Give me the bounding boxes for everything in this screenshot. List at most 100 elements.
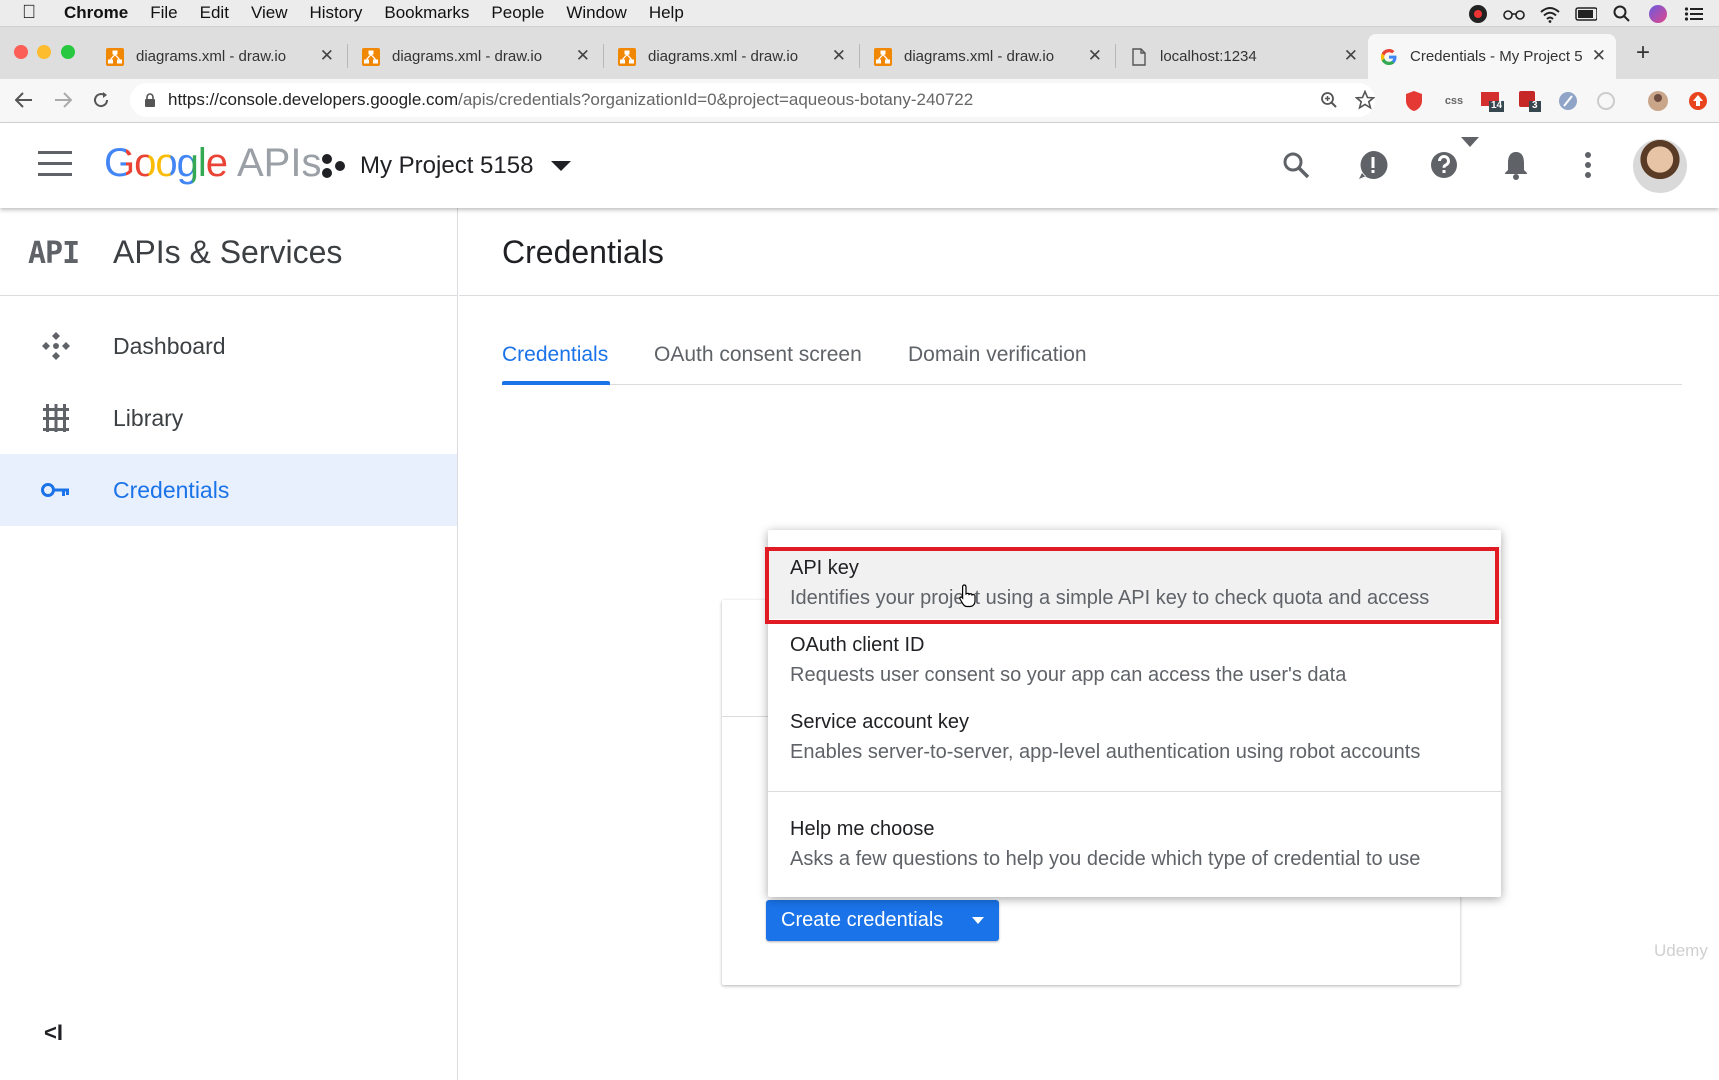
battery-icon[interactable] [1575, 4, 1597, 24]
tab-domain-verification[interactable]: Domain verification [908, 343, 1087, 367]
menu-window[interactable]: Window [566, 3, 626, 23]
notifications-bell-icon[interactable] [1496, 145, 1536, 185]
siri-icon[interactable] [1647, 4, 1669, 24]
menu-file[interactable]: File [150, 3, 177, 23]
menu-item-service-account-key[interactable]: Service account key Enables server-to-se… [768, 701, 1501, 773]
css-extension-icon[interactable]: css [1442, 89, 1466, 113]
search-icon[interactable] [1276, 145, 1316, 185]
drawio-icon [362, 47, 380, 66]
user-avatar[interactable] [1633, 139, 1687, 193]
api-logo-icon: API [28, 236, 80, 271]
browser-tab[interactable]: diagrams.xml - draw.io ✕ [606, 34, 856, 79]
profile-avatar-icon[interactable] [1646, 89, 1670, 113]
sidebar-item-library[interactable]: Library [0, 382, 457, 454]
menu-item-oauth-client-id[interactable]: OAuth client ID Requests user consent so… [768, 624, 1501, 696]
menu-item-description: Asks a few questions to help you decide … [790, 848, 1421, 870]
minimize-window-button[interactable] [37, 45, 51, 59]
browser-tab[interactable]: localhost:1234 ✕ [1118, 34, 1368, 79]
menu-app-name[interactable]: Chrome [64, 3, 128, 23]
udemy-watermark: Udemy [1654, 941, 1708, 960]
mail-extension-icon[interactable]: 14 [1480, 89, 1504, 113]
circle-extension-icon[interactable] [1594, 89, 1618, 113]
browser-tab[interactable]: diagrams.xml - draw.io ✕ [94, 34, 344, 79]
feather-extension-icon[interactable] [1556, 89, 1580, 113]
tab-oauth-consent-screen[interactable]: OAuth consent screen [654, 343, 862, 367]
menu-item-help-me-choose[interactable]: Help me choose Asks a few questions to h… [768, 808, 1501, 880]
sidebar-header: API APIs & Services [0, 208, 458, 296]
help-dropdown-caret-icon[interactable] [1460, 135, 1480, 149]
notification-center-icon[interactable] [1683, 4, 1705, 24]
google-apis-logo[interactable]: Google APIs [104, 141, 321, 186]
close-tab-icon[interactable]: ✕ [1592, 46, 1606, 66]
menu-item-description: Requests user consent so your app can ac… [790, 664, 1347, 686]
help-icon[interactable] [1424, 145, 1464, 185]
menu-help[interactable]: Help [649, 3, 684, 23]
wifi-icon[interactable] [1539, 4, 1561, 24]
spotlight-search-icon[interactable] [1611, 4, 1633, 24]
collapse-sidebar-icon[interactable]: <I [44, 1020, 63, 1046]
annotation-highlight-box [765, 547, 1499, 624]
browser-tab[interactable]: diagrams.xml - draw.io ✕ [862, 34, 1112, 79]
bookmark-star-icon[interactable] [1354, 89, 1376, 111]
close-tab-icon[interactable]: ✕ [576, 46, 590, 66]
browser-tab[interactable]: diagrams.xml - draw.io ✕ [350, 34, 600, 79]
maximize-window-button[interactable] [61, 45, 75, 59]
tab-title: diagrams.xml - draw.io [648, 48, 799, 65]
shield-extension-icon[interactable]: 3 [1518, 89, 1542, 113]
zoom-icon[interactable] [1318, 89, 1340, 111]
create-credentials-button[interactable]: Create credentials [766, 900, 999, 941]
menu-people[interactable]: People [491, 3, 544, 23]
glasses-icon[interactable] [1503, 4, 1525, 24]
url-host: https://console.developers.google.com [168, 90, 459, 109]
sidebar-item-label: Credentials [113, 476, 230, 503]
browser-tab-active[interactable]: Credentials - My Project 5 ✕ [1368, 34, 1616, 79]
update-chrome-icon[interactable] [1686, 89, 1710, 113]
close-tab-icon[interactable]: ✕ [320, 46, 334, 66]
tab-title: Credentials - My Project 5 [1410, 48, 1583, 65]
back-arrow-icon[interactable] [11, 87, 37, 113]
lock-icon[interactable] [144, 92, 156, 108]
menu-divider [768, 791, 1501, 792]
menu-bookmarks[interactable]: Bookmarks [384, 3, 469, 23]
project-name: My Project 5158 [360, 152, 534, 179]
menu-item-title: OAuth client ID [790, 634, 925, 656]
hand-cursor-icon [959, 584, 976, 608]
menu-history[interactable]: History [309, 3, 362, 23]
sidebar-item-label: Library [113, 404, 184, 431]
sidebar-title: APIs & Services [113, 234, 343, 270]
close-tab-icon[interactable]: ✕ [1344, 46, 1358, 66]
tab-title: diagrams.xml - draw.io [392, 48, 543, 65]
close-window-button[interactable] [14, 45, 28, 59]
sidebar: API APIs & Services Dashboard Library Cr… [0, 208, 458, 1080]
menu-view[interactable]: View [251, 3, 288, 23]
apple-icon[interactable]:  [22, 2, 52, 24]
reload-icon[interactable] [88, 87, 114, 113]
google-wordmark: Google [104, 141, 228, 185]
close-tab-icon[interactable]: ✕ [832, 46, 846, 66]
forward-arrow-icon[interactable] [50, 87, 76, 113]
main-header: Credentials [459, 208, 1719, 296]
drawio-icon [618, 47, 636, 66]
address-bar[interactable]: https://console.developers.google.com/ap… [130, 83, 1375, 117]
project-selector[interactable]: My Project 5158 [320, 148, 572, 184]
new-tab-button[interactable]: + [1636, 39, 1650, 67]
google-icon [1380, 48, 1398, 66]
menu-item-title: Service account key [790, 711, 969, 733]
page-title: Credentials [502, 234, 664, 270]
sidebar-item-dashboard[interactable]: Dashboard [0, 310, 457, 382]
key-icon [40, 474, 72, 506]
close-tab-icon[interactable]: ✕ [1088, 46, 1102, 66]
more-vert-icon[interactable] [1568, 145, 1608, 185]
url-path: /apis/credentials?organizationId=0&proje… [458, 90, 974, 109]
tab-credentials[interactable]: Credentials [502, 343, 608, 367]
dashboard-icon [40, 330, 72, 362]
hamburger-menu-icon[interactable] [38, 151, 72, 179]
active-tab-indicator [502, 381, 610, 385]
sidebar-item-label: Dashboard [113, 332, 226, 359]
ublock-extension-icon[interactable] [1402, 89, 1426, 113]
feedback-icon[interactable] [1353, 145, 1393, 185]
sidebar-item-credentials[interactable]: Credentials [0, 454, 457, 526]
menu-edit[interactable]: Edit [200, 3, 229, 23]
screen-recorder-icon[interactable] [1467, 4, 1489, 24]
browser-toolbar: https://console.developers.google.com/ap… [0, 79, 1719, 123]
